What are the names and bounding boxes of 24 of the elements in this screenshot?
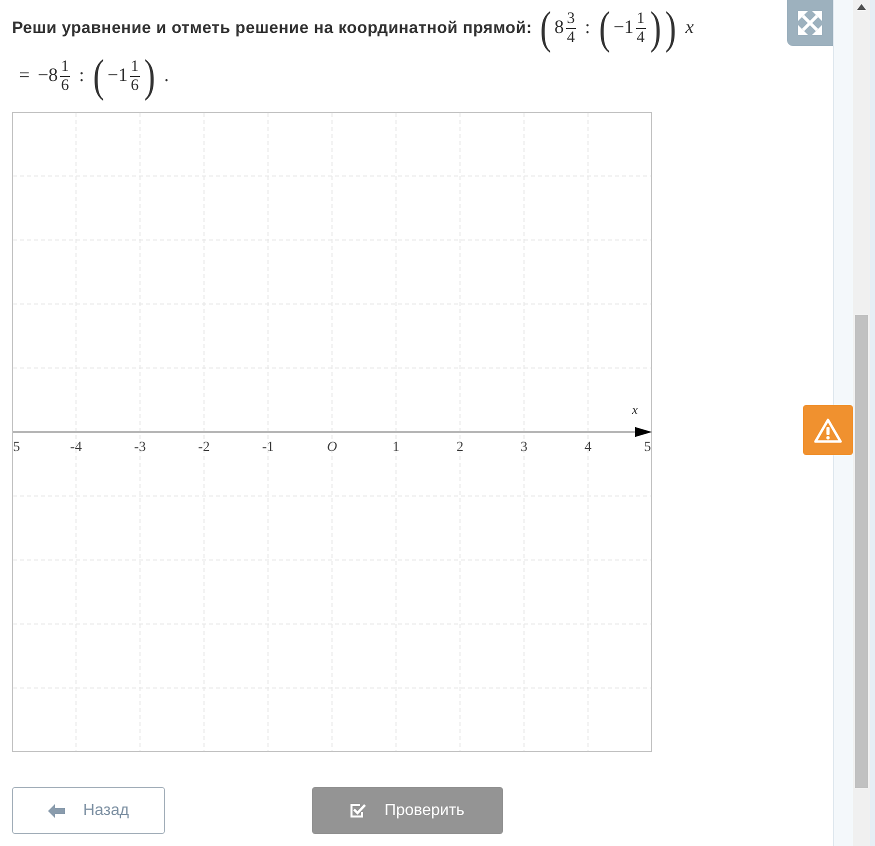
expand-icon (798, 11, 822, 35)
tick-label: 1 (392, 440, 400, 455)
tick-label: -3 (134, 440, 146, 455)
tick-label: 5 (644, 440, 651, 455)
axis-label: x (632, 402, 638, 417)
tick-label: 2 (456, 440, 464, 455)
scrollbar[interactable] (853, 0, 870, 846)
tick-label: 4 (584, 440, 592, 455)
warning-icon (814, 418, 842, 442)
checkbox-icon (350, 803, 366, 818)
scrollbar-thumb[interactable] (855, 315, 868, 788)
tick-label: -2 (198, 440, 210, 455)
tick-label: -1 (262, 440, 274, 455)
back-button[interactable]: Назад (12, 787, 165, 834)
tick-label: 3 (520, 440, 528, 455)
number-line-graph[interactable]: x 5 -4 -3 -2 -1 O 1 2 3 4 5 (12, 112, 652, 752)
tick-label: 5 (13, 440, 20, 455)
tick-label: -4 (70, 440, 82, 455)
expand-button[interactable] (787, 0, 833, 46)
arrow-left-icon (48, 804, 66, 818)
task-prompt: Реши уравнение и отметь решение на координатной прямой: (12, 18, 532, 38)
warning-button[interactable] (803, 405, 853, 455)
tick-label: O (326, 440, 338, 455)
scroll-up-arrow-icon[interactable] (857, 4, 866, 10)
